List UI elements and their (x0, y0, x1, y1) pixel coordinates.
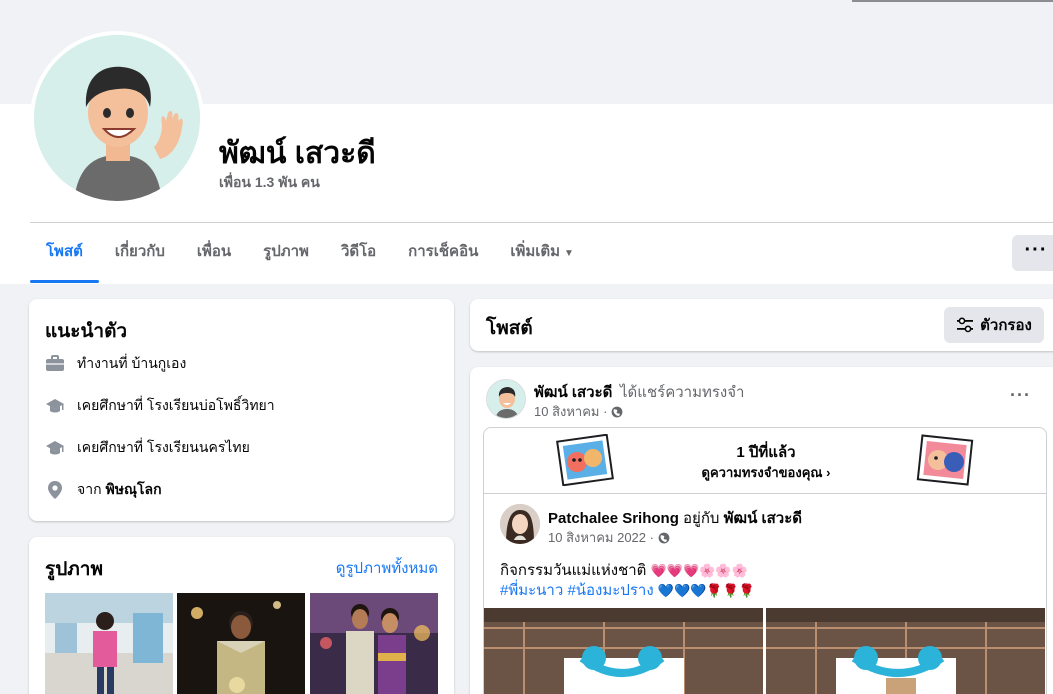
tab-posts[interactable]: โพสต์ (30, 223, 99, 283)
tab-about[interactable]: เกี่ยวกับ (99, 223, 181, 283)
shared-author-avatar[interactable] (500, 504, 540, 544)
shared-timestamp[interactable]: 10 สิงหาคม 2022 · (548, 527, 670, 548)
post-card: พัฒน์ เสวะดี ได้แชร์ความทรงจำ 10 สิงหาคม… (470, 367, 1053, 694)
globe-icon (658, 532, 670, 543)
post-date-text: 10 สิงหาคม · (534, 404, 608, 419)
tab-more-label: เพิ่มเติม (510, 243, 561, 260)
photo-thumbnail[interactable] (177, 593, 305, 694)
avatar-illustration (34, 35, 200, 201)
filter-button[interactable]: ตัวกรอง (944, 307, 1044, 343)
profile-name: พัฒน์ เสวะดี (219, 137, 376, 170)
shared-post-hashtags: #พี่มะนาว #น้องมะปราง 💙💙💙🌹🌹🌹 (500, 578, 755, 602)
intro-from-place[interactable]: พิษณุโลก (106, 479, 162, 501)
heart-flower-emojis: 💗💗💗🌸🌸🌸 (650, 563, 748, 578)
shared-with-word: อยู่กับ (683, 510, 720, 527)
friends-count[interactable]: เพื่อน 1.3 พัน คน (219, 172, 320, 194)
intro-education-1: เคยศึกษาที่ โรงเรียนบ่อโพธิ์วิทยา (45, 394, 275, 418)
filter-label: ตัวกรอง (980, 317, 1032, 334)
shared-date-text: 10 สิงหาคม 2022 · (548, 530, 654, 545)
graduation-cap-icon (45, 396, 65, 416)
post-timestamp[interactable]: 10 สิงหาคม · (534, 401, 623, 422)
memory-box: 1 ปีที่แล้ว ดูความทรงจำของคุณ › Patchale… (483, 427, 1047, 694)
tab-more[interactable]: เพิ่มเติม ▼ (494, 223, 590, 283)
intro-work: ทำงานที่ บ้านกูเอง (45, 352, 186, 376)
posts-title: โพสต์ (486, 318, 533, 339)
tab-friends[interactable]: เพื่อน (181, 223, 247, 283)
intro-from-prefix: จาก (77, 481, 102, 497)
post-menu-button[interactable]: ··· (1010, 385, 1031, 406)
post-photo[interactable] (766, 608, 1045, 694)
intro-from: จาก พิษณุโลก (45, 478, 162, 502)
more-options-button[interactable]: ··· (1012, 235, 1053, 271)
shared-text-body: กิจกรรมวันแม่แห่งชาติ (500, 562, 647, 579)
post-author-avatar[interactable] (486, 379, 526, 419)
memory-stamp-icon (916, 434, 974, 486)
post-photo[interactable] (484, 608, 763, 694)
memory-banner[interactable]: 1 ปีที่แล้ว ดูความทรงจำของคุณ › (484, 428, 1046, 494)
photos-card: รูปภาพ ดูรูปภาพทั้งหมด (29, 537, 454, 694)
post-action-text: ได้แชร์ความทรงจำ (620, 384, 745, 401)
chevron-right-icon: › (826, 465, 831, 480)
posts-header-card: โพสต์ ตัวกรอง (470, 299, 1053, 351)
blue-heart-rose-emojis: 💙💙💙🌹🌹🌹 (657, 583, 755, 598)
graduation-cap-icon (45, 438, 65, 458)
profile-tabs: โพสต์ เกี่ยวกับ เพื่อน รูปภาพ วิดีโอ การ… (30, 223, 590, 283)
intro-education-2-text: เคยศึกษาที่ โรงเรียนนครไทย (77, 439, 250, 455)
intro-card: แนะนำตัว ทำงานที่ บ้านกูเอง เคยศึกษาที่ … (29, 299, 454, 521)
see-memories-label: ดูความทรงจำของคุณ (701, 465, 823, 480)
profile-avatar[interactable] (30, 31, 204, 205)
see-all-photos-link[interactable]: ดูรูปภาพทั้งหมด (336, 556, 438, 580)
intro-education-1-text: เคยศึกษาที่ โรงเรียนบ่อโพธิ์วิทยา (77, 397, 275, 413)
filter-sliders-icon (957, 317, 974, 333)
intro-work-text: ทำงานที่ บ้านกูเอง (77, 355, 187, 371)
tab-videos[interactable]: วิดีโอ (325, 223, 392, 283)
globe-icon (612, 406, 623, 417)
photos-title: รูปภาพ (45, 559, 103, 580)
intro-title: แนะนำตัว (45, 321, 128, 342)
tab-checkins[interactable]: การเช็คอิน (392, 223, 494, 283)
cover-edge (852, 0, 1053, 2)
shared-with-name[interactable]: พัฒน์ เสวะดี (724, 510, 802, 527)
photo-thumbnail[interactable] (45, 593, 173, 694)
shared-author-name[interactable]: Patchalee Srihong (548, 510, 679, 527)
caret-down-icon: ▼ (564, 248, 574, 259)
photo-thumbnail[interactable] (310, 593, 438, 694)
location-pin-icon (45, 480, 65, 500)
intro-education-2: เคยศึกษาที่ โรงเรียนนครไทย (45, 436, 250, 460)
briefcase-icon (45, 354, 65, 374)
hashtag-links[interactable]: #พี่มะนาว #น้องมะปราง (500, 582, 654, 599)
tab-photos[interactable]: รูปภาพ (247, 223, 325, 283)
